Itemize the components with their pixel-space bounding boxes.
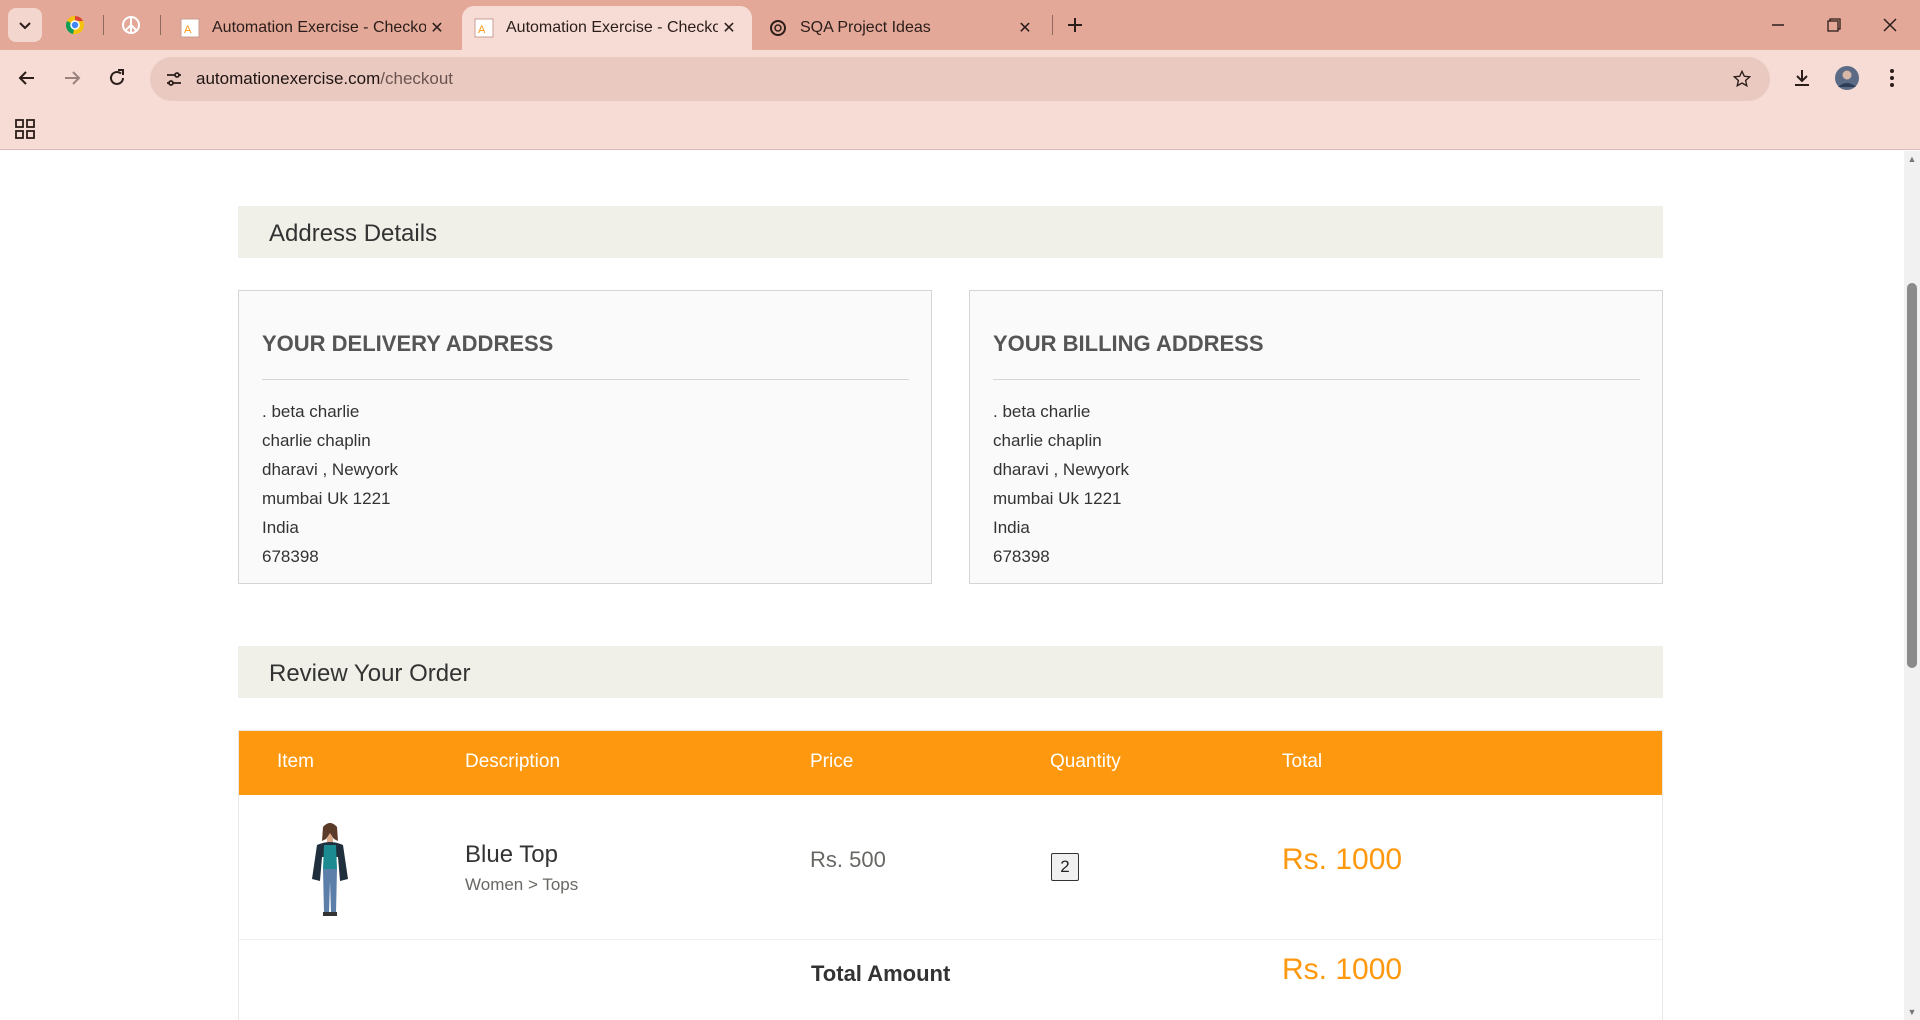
delivery-address-title: YOUR DELIVERY ADDRESS [262, 331, 554, 356]
tab-checkout-2[interactable]: A Automation Exercise - Checkout ✕ [462, 6, 752, 50]
svg-text:A: A [184, 24, 192, 36]
browser-toolbar: automationexercise.com/checkout [0, 50, 1920, 108]
peace-icon [122, 16, 140, 34]
pinned-tab-chrome[interactable] [60, 10, 90, 40]
total-amount-value: Rs. 1000 [1282, 953, 1403, 986]
avatar [1835, 66, 1859, 90]
chevron-down-icon [19, 22, 31, 30]
total-amount-label: Total Amount [811, 961, 951, 986]
reload-button[interactable] [99, 60, 135, 96]
billing-address-title: YOUR BILLING ADDRESS [993, 331, 1264, 356]
cart-table-header: Item Description Price Quantity Total [239, 731, 1662, 795]
product-category: Women > Tops [465, 875, 579, 894]
address-details-heading: Address Details [238, 206, 1663, 258]
cart-table: Item Description Price Quantity Total Bl… [238, 730, 1663, 1020]
address-bar[interactable]: automationexercise.com/checkout [150, 57, 1770, 101]
close-window-button[interactable] [1862, 0, 1918, 50]
svg-text:A: A [478, 24, 486, 36]
bookmarks-bar [0, 108, 1920, 150]
column-header-item: Item [277, 751, 314, 772]
review-order-title: Review Your Order [269, 660, 471, 687]
address-line: charlie chaplin [993, 431, 1102, 450]
tab-search-button[interactable] [8, 8, 42, 42]
scrollbar-thumb[interactable] [1907, 283, 1917, 668]
close-icon[interactable]: ✕ [1014, 17, 1036, 39]
download-icon [1795, 70, 1809, 86]
url-host: automationexercise.com [196, 69, 381, 88]
page-content: Address Details YOUR DELIVERY ADDRESS . … [0, 151, 1904, 1020]
product-total: Rs. 1000 [1282, 843, 1403, 876]
tab-title: Automation Exercise - Checkout [212, 19, 426, 36]
scroll-up-arrow-icon[interactable]: ▲ [1907, 154, 1917, 164]
tab-checkout-1[interactable]: A Automation Exercise - Checkout ✕ [168, 6, 460, 50]
review-order-heading: Review Your Order [238, 646, 1663, 698]
url-path: /checkout [380, 69, 454, 88]
delivery-address-box: YOUR DELIVERY ADDRESS . beta charlie cha… [238, 290, 932, 584]
tab-strip: A Automation Exercise - Checkout ✕ A Aut… [0, 0, 1920, 50]
address-line: mumbai Uk 1221 [262, 489, 391, 508]
bookmark-star-icon[interactable] [1728, 65, 1756, 93]
tab-sqa-project-ideas[interactable]: SQA Project Ideas ✕ [756, 6, 1048, 50]
chrome-icon [65, 16, 84, 34]
back-button[interactable] [9, 60, 45, 96]
openai-icon [768, 18, 788, 38]
automation-exercise-favicon-icon: A [180, 18, 200, 38]
restore-icon [1827, 18, 1841, 32]
tab-separator [103, 15, 104, 35]
forward-button[interactable] [54, 60, 90, 96]
product-image[interactable] [304, 821, 356, 917]
address-line: . beta charlie [993, 402, 1091, 421]
tab-separator [1052, 15, 1053, 35]
address-line: dharavi , Newyork [262, 460, 399, 479]
plus-icon [1068, 18, 1082, 32]
billing-address-box: YOUR BILLING ADDRESS . beta charlie char… [969, 290, 1663, 584]
menu-button[interactable] [1874, 60, 1910, 96]
more-vertical-icon [1890, 69, 1894, 87]
address-line: mumbai Uk 1221 [993, 489, 1122, 508]
address-line: charlie chaplin [262, 431, 371, 450]
url-text[interactable]: automationexercise.com/checkout [196, 69, 453, 89]
address-line: India [993, 518, 1030, 537]
apps-grid-icon[interactable] [12, 116, 38, 142]
arrow-left-icon [18, 71, 34, 85]
address-line: . beta charlie [262, 402, 360, 421]
address-details-title: Address Details [269, 220, 438, 247]
minimize-icon [1772, 24, 1784, 26]
close-icon[interactable]: ✕ [426, 17, 448, 39]
address-line: 678398 [262, 547, 319, 566]
automation-exercise-favicon-icon: A [474, 18, 494, 38]
tab-separator [160, 15, 161, 35]
arrow-right-icon [65, 71, 81, 85]
column-header-quantity: Quantity [1050, 751, 1121, 772]
profile-button[interactable] [1829, 60, 1865, 96]
column-header-total: Total [1282, 751, 1323, 772]
close-icon [1883, 18, 1897, 32]
scroll-down-arrow-icon[interactable]: ▼ [1907, 1007, 1917, 1017]
product-price: Rs. 500 [810, 847, 886, 872]
table-row: Blue Top Women > Tops Rs. 500 2 Rs. 1000 [239, 795, 1662, 940]
minimize-button[interactable] [1750, 0, 1806, 50]
site-info-icon[interactable] [160, 65, 188, 93]
tab-title: Automation Exercise - Checkout [506, 19, 718, 36]
downloads-button[interactable] [1784, 60, 1820, 96]
column-header-price: Price [810, 751, 854, 772]
pinned-tab-site[interactable] [116, 10, 146, 40]
new-tab-button[interactable] [1060, 10, 1090, 40]
reload-icon [110, 69, 124, 85]
restore-button[interactable] [1806, 0, 1862, 50]
quantity-button[interactable]: 2 [1051, 853, 1079, 881]
tab-title: SQA Project Ideas [800, 19, 931, 36]
address-line: dharavi , Newyork [993, 460, 1130, 479]
close-icon[interactable]: ✕ [718, 17, 740, 39]
page-scrollbar[interactable]: ▲ ▼ [1904, 151, 1920, 1020]
column-header-description: Description [465, 751, 561, 772]
delivery-address-lines: . beta charlie charlie chaplin dharavi ,… [262, 397, 398, 571]
product-name-link[interactable]: Blue Top [465, 841, 558, 869]
address-line: 678398 [993, 547, 1050, 566]
divider [993, 379, 1640, 380]
billing-address-lines: . beta charlie charlie chaplin dharavi ,… [993, 397, 1129, 571]
address-line: India [262, 518, 299, 537]
divider [262, 379, 909, 380]
